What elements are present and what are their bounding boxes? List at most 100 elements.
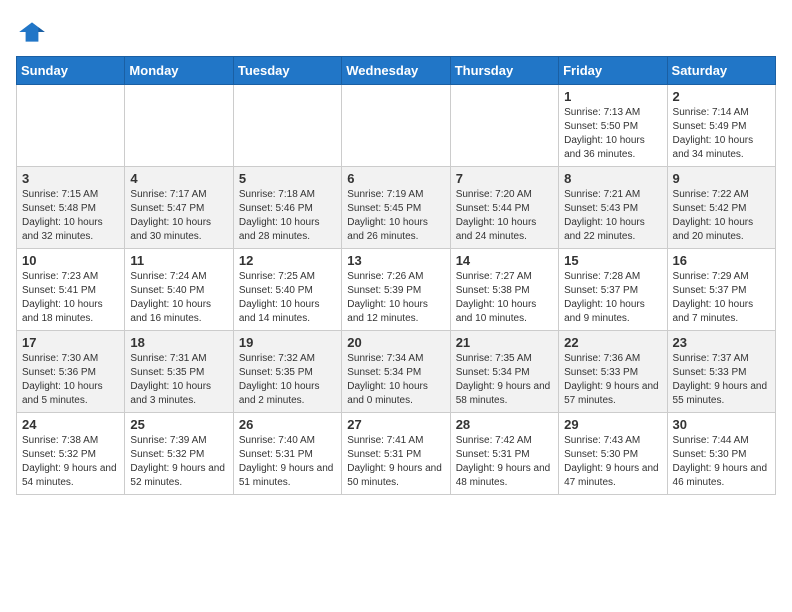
calendar-cell: 14Sunrise: 7:27 AM Sunset: 5:38 PM Dayli… — [450, 249, 558, 331]
calendar-week-5: 24 Sunrise: 7:38 AM Sunset: 5:32 PM Dayli… — [17, 413, 776, 495]
calendar-cell — [125, 85, 233, 167]
calendar-cell: 26 Sunrise: 7:40 AM Sunset: 5:31 PM Dayli… — [233, 413, 341, 495]
day-info: Sunrise: 7:32 AM Sunset: 5:35 PM Dayligh… — [239, 352, 336, 408]
calendar-cell: 29 Sunrise: 7:43 AM Sunset: 5:30 PM Dayli… — [559, 413, 667, 495]
day-number: 23 — [673, 335, 770, 350]
day-info: Sunrise: 7:35 AM Sunset: 5:34 PM Dayligh… — [456, 352, 553, 408]
day-number: 1 — [564, 89, 661, 104]
calendar-cell: 22 Sunrise: 7:36 AM Sunset: 5:33 PM Dayli… — [559, 331, 667, 413]
day-info: Sunrise: 7:30 AM Sunset: 5:36 PM Dayligh… — [22, 352, 119, 408]
day-number: 3 — [22, 171, 119, 186]
calendar-cell: 7 Sunrise: 7:20 AM Sunset: 5:44 PM Daylig… — [450, 167, 558, 249]
calendar-cell: 21Sunrise: 7:35 AM Sunset: 5:34 PM Dayli… — [450, 331, 558, 413]
calendar-week-1: 1 Sunrise: 7:13 AM Sunset: 5:50 PM Daylig… — [17, 85, 776, 167]
weekday-header-saturday: Saturday — [667, 57, 775, 85]
day-number: 6 — [347, 171, 444, 186]
day-number: 26 — [239, 417, 336, 432]
calendar-cell — [233, 85, 341, 167]
day-number: 16 — [673, 253, 770, 268]
day-number: 2 — [673, 89, 770, 104]
calendar-cell: 20 Sunrise: 7:34 AM Sunset: 5:34 PM Dayli… — [342, 331, 450, 413]
day-info: Sunrise: 7:34 AM Sunset: 5:34 PM Dayligh… — [347, 352, 444, 408]
calendar-cell: 27 Sunrise: 7:41 AM Sunset: 5:31 PM Dayli… — [342, 413, 450, 495]
calendar-cell: 30 Sunrise: 7:44 AM Sunset: 5:30 PM Dayli… — [667, 413, 775, 495]
calendar-week-2: 3 Sunrise: 7:15 AM Sunset: 5:48 PM Daylig… — [17, 167, 776, 249]
calendar-week-4: 17 Sunrise: 7:30 AM Sunset: 5:36 PM Dayli… — [17, 331, 776, 413]
weekday-header-tuesday: Tuesday — [233, 57, 341, 85]
day-info: Sunrise: 7:37 AM Sunset: 5:33 PM Dayligh… — [673, 352, 770, 408]
logo — [16, 16, 52, 48]
day-number: 8 — [564, 171, 661, 186]
day-number: 11 — [130, 253, 227, 268]
weekday-header-wednesday: Wednesday — [342, 57, 450, 85]
day-info: Sunrise: 7:13 AM Sunset: 5:50 PM Dayligh… — [564, 106, 661, 162]
day-number: 10 — [22, 253, 119, 268]
day-info: Sunrise: 7:17 AM Sunset: 5:47 PM Dayligh… — [130, 188, 227, 244]
calendar-cell: 10 Sunrise: 7:23 AM Sunset: 5:41 PM Dayli… — [17, 249, 125, 331]
weekday-header-monday: Monday — [125, 57, 233, 85]
day-info: Sunrise: 7:43 AM Sunset: 5:30 PM Dayligh… — [564, 434, 661, 490]
calendar-cell: 17 Sunrise: 7:30 AM Sunset: 5:36 PM Dayli… — [17, 331, 125, 413]
day-info: Sunrise: 7:31 AM Sunset: 5:35 PM Dayligh… — [130, 352, 227, 408]
day-number: 25 — [130, 417, 227, 432]
calendar-cell: 24 Sunrise: 7:38 AM Sunset: 5:32 PM Dayli… — [17, 413, 125, 495]
day-number: 9 — [673, 171, 770, 186]
day-number: 29 — [564, 417, 661, 432]
calendar-cell: 23 Sunrise: 7:37 AM Sunset: 5:33 PM Dayli… — [667, 331, 775, 413]
calendar-cell: 28 Sunrise: 7:42 AM Sunset: 5:31 PM Dayli… — [450, 413, 558, 495]
day-number: 30 — [673, 417, 770, 432]
day-info: Sunrise: 7:44 AM Sunset: 5:30 PM Dayligh… — [673, 434, 770, 490]
day-info: Sunrise: 7:20 AM Sunset: 5:44 PM Dayligh… — [456, 188, 553, 244]
day-info: Sunrise: 7:21 AM Sunset: 5:43 PM Dayligh… — [564, 188, 661, 244]
day-info: Sunrise: 7:14 AM Sunset: 5:49 PM Dayligh… — [673, 106, 770, 162]
day-info: Sunrise: 7:19 AM Sunset: 5:45 PM Dayligh… — [347, 188, 444, 244]
day-info: Sunrise: 7:18 AM Sunset: 5:46 PM Dayligh… — [239, 188, 336, 244]
day-number: 27 — [347, 417, 444, 432]
calendar-cell — [17, 85, 125, 167]
day-number: 5 — [239, 171, 336, 186]
day-info: Sunrise: 7:38 AM Sunset: 5:32 PM Dayligh… — [22, 434, 119, 490]
calendar-week-3: 10 Sunrise: 7:23 AM Sunset: 5:41 PM Dayli… — [17, 249, 776, 331]
day-info: Sunrise: 7:40 AM Sunset: 5:31 PM Dayligh… — [239, 434, 336, 490]
day-info: Sunrise: 7:22 AM Sunset: 5:42 PM Dayligh… — [673, 188, 770, 244]
day-info: Sunrise: 7:15 AM Sunset: 5:48 PM Dayligh… — [22, 188, 119, 244]
day-number: 12 — [239, 253, 336, 268]
day-number: 19 — [239, 335, 336, 350]
day-info: Sunrise: 7:23 AM Sunset: 5:41 PM Dayligh… — [22, 270, 119, 326]
logo-icon — [16, 16, 48, 48]
weekday-header-sunday: Sunday — [17, 57, 125, 85]
day-number: 24 — [22, 417, 119, 432]
calendar-cell: 8 Sunrise: 7:21 AM Sunset: 5:43 PM Daylig… — [559, 167, 667, 249]
day-info: Sunrise: 7:28 AM Sunset: 5:37 PM Dayligh… — [564, 270, 661, 326]
day-number: 28 — [456, 417, 553, 432]
day-info: Sunrise: 7:36 AM Sunset: 5:33 PM Dayligh… — [564, 352, 661, 408]
day-info: Sunrise: 7:26 AM Sunset: 5:39 PM Dayligh… — [347, 270, 444, 326]
day-number: 22 — [564, 335, 661, 350]
weekday-header-friday: Friday — [559, 57, 667, 85]
calendar-cell: 2 Sunrise: 7:14 AM Sunset: 5:49 PM Daylig… — [667, 85, 775, 167]
calendar-cell: 18Sunrise: 7:31 AM Sunset: 5:35 PM Dayli… — [125, 331, 233, 413]
day-number: 20 — [347, 335, 444, 350]
calendar-cell — [450, 85, 558, 167]
calendar-cell: 6 Sunrise: 7:19 AM Sunset: 5:45 PM Daylig… — [342, 167, 450, 249]
calendar-cell: 16 Sunrise: 7:29 AM Sunset: 5:37 PM Dayli… — [667, 249, 775, 331]
day-info: Sunrise: 7:24 AM Sunset: 5:40 PM Dayligh… — [130, 270, 227, 326]
calendar-cell: 25Sunrise: 7:39 AM Sunset: 5:32 PM Dayli… — [125, 413, 233, 495]
day-number: 13 — [347, 253, 444, 268]
calendar-cell: 15Sunrise: 7:28 AM Sunset: 5:37 PM Dayli… — [559, 249, 667, 331]
day-number: 14 — [456, 253, 553, 268]
day-info: Sunrise: 7:29 AM Sunset: 5:37 PM Dayligh… — [673, 270, 770, 326]
day-info: Sunrise: 7:41 AM Sunset: 5:31 PM Dayligh… — [347, 434, 444, 490]
page-header — [16, 16, 776, 48]
calendar-cell: 3 Sunrise: 7:15 AM Sunset: 5:48 PM Daylig… — [17, 167, 125, 249]
day-info: Sunrise: 7:42 AM Sunset: 5:31 PM Dayligh… — [456, 434, 553, 490]
calendar-cell: 4Sunrise: 7:17 AM Sunset: 5:47 PM Daylig… — [125, 167, 233, 249]
calendar-cell: 13 Sunrise: 7:26 AM Sunset: 5:39 PM Dayli… — [342, 249, 450, 331]
calendar-cell: 11 Sunrise: 7:24 AM Sunset: 5:40 PM Dayli… — [125, 249, 233, 331]
calendar-cell: 9 Sunrise: 7:22 AM Sunset: 5:42 PM Daylig… — [667, 167, 775, 249]
day-number: 7 — [456, 171, 553, 186]
weekday-header-thursday: Thursday — [450, 57, 558, 85]
calendar-cell: 5 Sunrise: 7:18 AM Sunset: 5:46 PM Daylig… — [233, 167, 341, 249]
day-number: 17 — [22, 335, 119, 350]
calendar-cell: 19 Sunrise: 7:32 AM Sunset: 5:35 PM Dayli… — [233, 331, 341, 413]
